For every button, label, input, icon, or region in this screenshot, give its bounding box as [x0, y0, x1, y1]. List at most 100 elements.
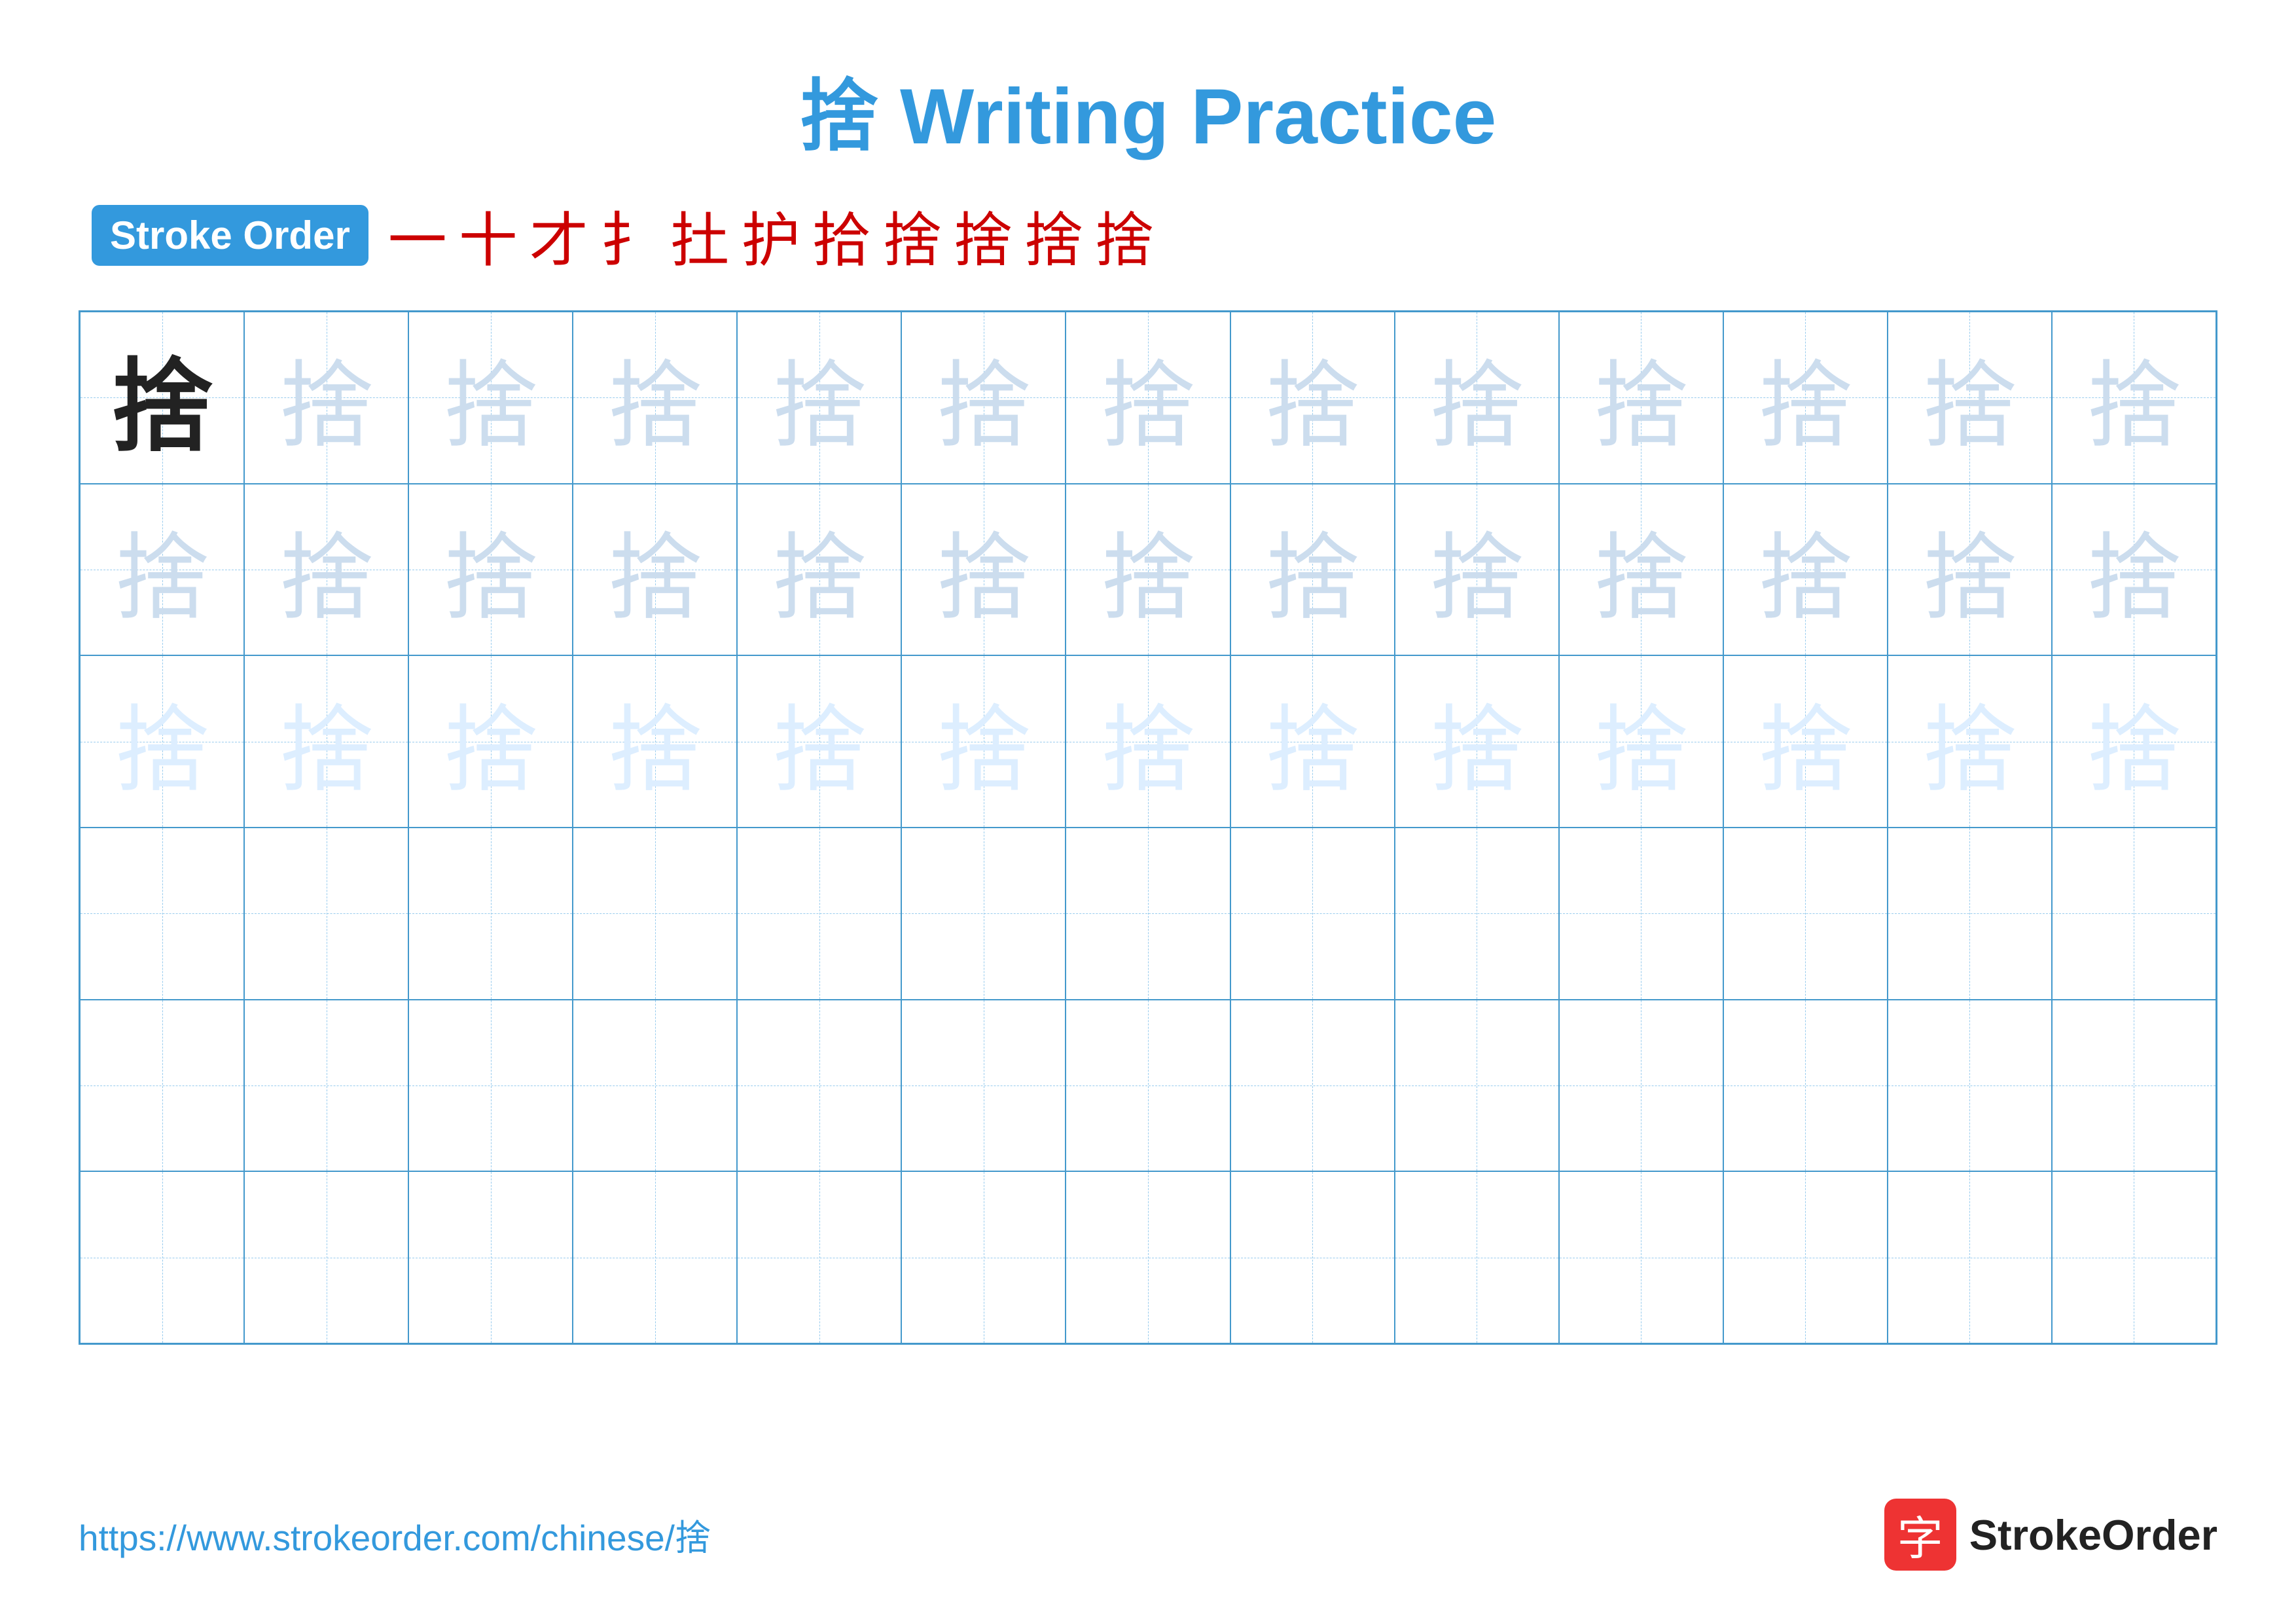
grid-cell[interactable] [1395, 1000, 1559, 1172]
grid-cell[interactable]: 捨 [1066, 484, 1230, 656]
grid-cell[interactable]: 捨 [573, 484, 737, 656]
grid-cell[interactable]: 捨 [244, 312, 408, 484]
grid-cell[interactable]: 捨 [737, 655, 901, 828]
grid-cell[interactable] [1559, 1000, 1723, 1172]
grid-cell[interactable] [1559, 1171, 1723, 1343]
grid-cell[interactable]: 捨 [901, 655, 1066, 828]
grid-cell[interactable]: 捨 [1559, 312, 1723, 484]
grid-cell[interactable] [244, 1000, 408, 1172]
cell-character: 捨 [1922, 501, 2017, 638]
cell-character: 捨 [1922, 673, 2017, 811]
grid-cell[interactable] [1395, 828, 1559, 1000]
cell-character: 捨 [279, 501, 374, 638]
grid-cell[interactable] [1395, 1171, 1559, 1343]
grid-cell[interactable]: 捨 [1230, 655, 1395, 828]
grid-cell[interactable]: 捨 [2052, 484, 2216, 656]
grid-cell[interactable] [573, 1171, 737, 1343]
grid-cell[interactable] [408, 1000, 573, 1172]
grid-cell[interactable]: 捨 [1559, 655, 1723, 828]
grid-cell[interactable]: 捨 [737, 484, 901, 656]
grid-cell[interactable] [1559, 828, 1723, 1000]
grid-cell[interactable]: 捨 [901, 312, 1066, 484]
grid-cell[interactable]: 捨 [1559, 484, 1723, 656]
cell-character: 捨 [1922, 329, 2017, 466]
grid-cell[interactable] [408, 1171, 573, 1343]
grid-cell[interactable]: 捨 [1395, 655, 1559, 828]
cell-character: 捨 [1594, 673, 1689, 811]
stroke-step-0: 一 [388, 192, 447, 278]
grid-cell[interactable]: 捨 [1395, 312, 1559, 484]
grid-cell[interactable]: 捨 [244, 655, 408, 828]
grid-cell[interactable] [408, 828, 573, 1000]
cell-character: 捨 [115, 501, 209, 638]
grid-cell[interactable] [1066, 828, 1230, 1000]
grid-cell[interactable]: 捨 [1230, 312, 1395, 484]
cell-character: 捨 [2087, 329, 2181, 466]
cell-character: 捨 [1100, 501, 1195, 638]
grid-cell[interactable] [244, 1171, 408, 1343]
footer-url: https://www.strokeorder.com/chinese/捨 [79, 1508, 711, 1561]
grid-cell[interactable] [1888, 1000, 2052, 1172]
grid-cell[interactable] [80, 1171, 244, 1343]
stroke-sequence: 一十才扌扗护拾捨捨捨捨 [388, 192, 1154, 278]
cell-character: 捨 [1100, 673, 1195, 811]
grid-cell[interactable] [573, 1000, 737, 1172]
stroke-order-row: Stroke Order 一十才扌扗护拾捨捨捨捨 [79, 192, 2217, 278]
grid-cell[interactable]: 捨 [1888, 655, 2052, 828]
stroke-step-1: 十 [459, 192, 518, 278]
grid-cell[interactable] [901, 1000, 1066, 1172]
grid-cell[interactable]: 捨 [1888, 312, 2052, 484]
grid-cell[interactable] [2052, 828, 2216, 1000]
grid-cell[interactable] [80, 828, 244, 1000]
grid-cell[interactable]: 捨 [80, 312, 244, 484]
stroke-step-9: 捨 [1024, 192, 1083, 278]
grid-cell[interactable]: 捨 [2052, 312, 2216, 484]
grid-cell[interactable]: 捨 [1723, 655, 1888, 828]
grid-cell[interactable] [1230, 1171, 1395, 1343]
grid-cell[interactable]: 捨 [1395, 484, 1559, 656]
grid-cell[interactable]: 捨 [901, 484, 1066, 656]
grid-cell[interactable]: 捨 [244, 484, 408, 656]
grid-cell[interactable] [1723, 1171, 1888, 1343]
grid-cell[interactable] [1230, 1000, 1395, 1172]
cell-character: 捨 [1429, 673, 1524, 811]
grid-cell[interactable]: 捨 [80, 655, 244, 828]
grid-cell[interactable]: 捨 [1066, 312, 1230, 484]
grid-cell[interactable] [1888, 828, 2052, 1000]
grid-cell[interactable]: 捨 [1230, 484, 1395, 656]
grid-cell[interactable]: 捨 [1066, 655, 1230, 828]
grid-cell[interactable]: 捨 [408, 484, 573, 656]
footer-logo: 字 StrokeOrder [1884, 1499, 2217, 1571]
grid-cell[interactable]: 捨 [2052, 655, 2216, 828]
grid-cell[interactable] [80, 1000, 244, 1172]
grid-cell[interactable] [737, 828, 901, 1000]
grid-cell[interactable] [901, 1171, 1066, 1343]
grid-cell[interactable] [573, 828, 737, 1000]
grid-cell[interactable] [1230, 828, 1395, 1000]
grid-cell[interactable] [1066, 1000, 1230, 1172]
grid-cell[interactable] [244, 828, 408, 1000]
grid-cell[interactable]: 捨 [408, 655, 573, 828]
grid-cell[interactable] [2052, 1000, 2216, 1172]
grid-cell[interactable]: 捨 [573, 655, 737, 828]
cell-character: 捨 [2087, 673, 2181, 811]
cell-character: 捨 [936, 673, 1031, 811]
grid-cell[interactable]: 捨 [573, 312, 737, 484]
grid-cell[interactable]: 捨 [1888, 484, 2052, 656]
grid-cell[interactable] [737, 1171, 901, 1343]
grid-cell[interactable] [1066, 1171, 1230, 1343]
grid-cell[interactable]: 捨 [1723, 484, 1888, 656]
grid-cell[interactable]: 捨 [408, 312, 573, 484]
grid-cell[interactable] [901, 828, 1066, 1000]
practice-grid: 捨捨捨捨捨捨捨捨捨捨捨捨捨捨捨捨捨捨捨捨捨捨捨捨捨捨捨捨捨捨捨捨捨捨捨捨捨捨捨 [79, 310, 2217, 1345]
grid-cell[interactable]: 捨 [737, 312, 901, 484]
grid-cell[interactable] [1723, 828, 1888, 1000]
cell-character: 捨 [936, 329, 1031, 466]
grid-cell[interactable] [2052, 1171, 2216, 1343]
grid-cell[interactable] [1723, 1000, 1888, 1172]
grid-cell[interactable]: 捨 [1723, 312, 1888, 484]
grid-cell[interactable] [737, 1000, 901, 1172]
grid-cell[interactable] [1888, 1171, 2052, 1343]
cell-character: 捨 [111, 324, 213, 471]
grid-cell[interactable]: 捨 [80, 484, 244, 656]
